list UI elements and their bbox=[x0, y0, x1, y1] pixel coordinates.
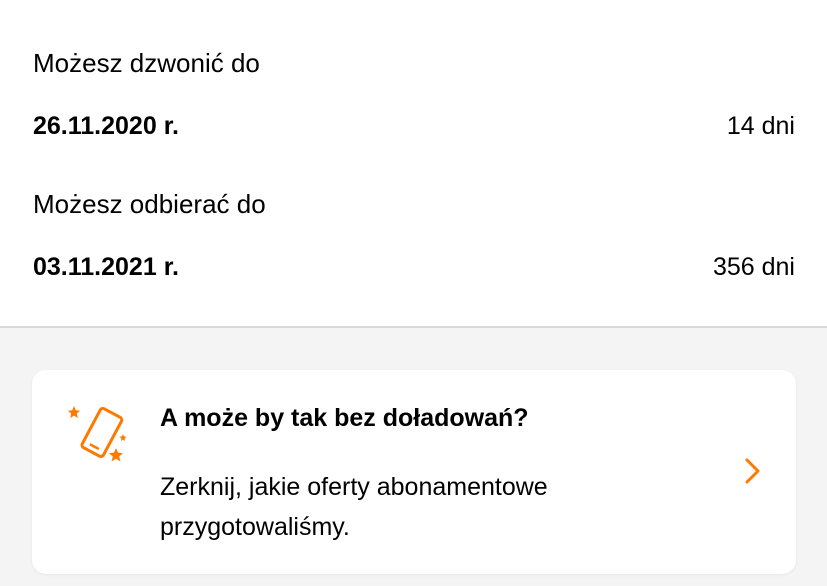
call-days-remaining: 14 dni bbox=[726, 112, 795, 140]
chevron-right-icon[interactable] bbox=[742, 456, 764, 486]
receive-days-remaining: 356 dni bbox=[712, 253, 795, 281]
receive-until-label: Możesz odbierać do bbox=[33, 189, 266, 219]
call-until-date: 26.11.2020 r. bbox=[33, 112, 179, 140]
promo-card[interactable]: A może by tak bez doładowań? Zerknij, ja… bbox=[32, 370, 796, 574]
call-until-label: Możesz dzwonić do bbox=[33, 48, 260, 78]
validity-section: Możesz dzwonić do 26.11.2020 r. 14 dni M… bbox=[0, 0, 827, 326]
receive-until-date: 03.11.2021 r. bbox=[33, 253, 179, 281]
promo-description: Zerknij, jakie oferty abonamentowe przyg… bbox=[160, 473, 548, 541]
promo-title: A może by tak bez doładowań? bbox=[160, 404, 529, 432]
phone-sparkle-icon bbox=[68, 404, 132, 472]
